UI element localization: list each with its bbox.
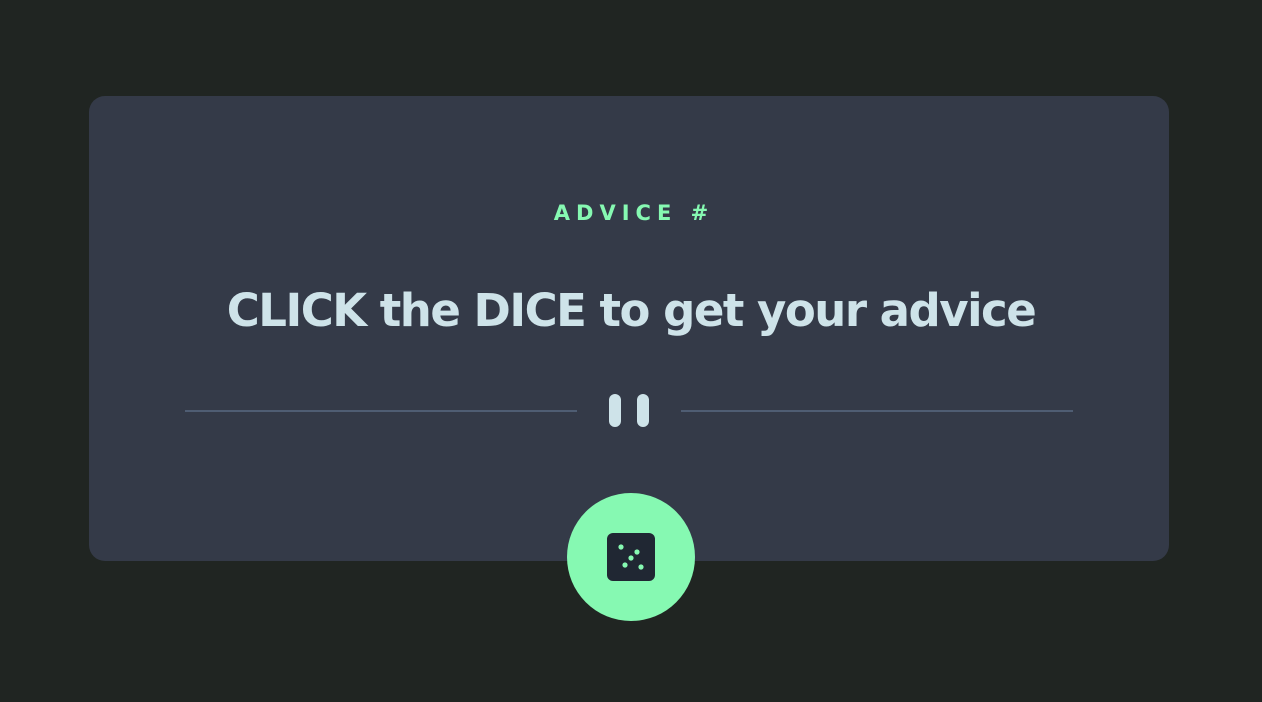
pause-icon	[609, 394, 621, 427]
dice-icon	[607, 533, 655, 581]
pause-icon-bar	[637, 394, 649, 427]
advice-id-label: ADVICE #	[553, 201, 715, 225]
advice-text: CLICK the DICE to get your advice	[226, 284, 1037, 337]
divider-line-right	[681, 410, 1073, 412]
divider-line-left	[185, 410, 577, 412]
dice-button[interactable]	[567, 493, 695, 621]
